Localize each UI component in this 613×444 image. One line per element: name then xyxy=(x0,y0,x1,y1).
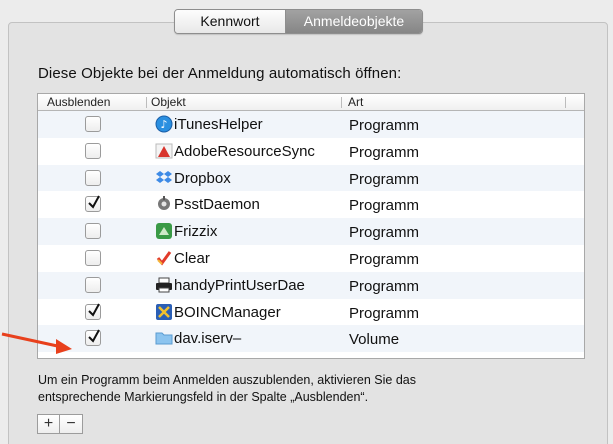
clear-icon xyxy=(155,249,173,267)
adobe-resource-sync-icon xyxy=(155,142,173,160)
login-items-table: Ausblenden Objekt Art ♪ iTunesHelper Progr… xyxy=(37,93,585,359)
hide-checkbox[interactable] xyxy=(85,329,101,347)
hide-checkbox[interactable] xyxy=(85,169,101,186)
hide-checkbox[interactable] xyxy=(85,249,101,266)
object-name: BOINCManager xyxy=(174,303,281,321)
hide-checkbox[interactable] xyxy=(85,223,101,240)
folder-icon xyxy=(155,329,173,347)
object-name: PsstDaemon xyxy=(174,196,260,214)
object-type: Programm xyxy=(349,197,420,215)
object-type: Programm xyxy=(349,170,420,188)
table-row[interactable]: AdobeResourceSync Programm xyxy=(38,137,584,165)
table-row[interactable]: Frizzix Programm xyxy=(38,218,584,245)
svg-text:♪: ♪ xyxy=(161,118,168,131)
column-divider xyxy=(565,97,566,108)
hint-text: Um ein Programm beim Anmelden auszublend… xyxy=(38,372,558,406)
object-name: dav.iserv– xyxy=(174,330,242,348)
table-row[interactable]: BOINCManager Programm xyxy=(38,298,584,326)
object-type: Programm xyxy=(349,117,420,134)
add-button[interactable]: + xyxy=(38,415,60,433)
table-header: Ausblenden Objekt Art xyxy=(38,94,584,111)
dropbox-icon xyxy=(155,169,173,187)
column-header-objekt[interactable]: Objekt xyxy=(151,95,186,110)
object-type: Volume xyxy=(349,331,400,349)
frizzix-icon xyxy=(155,222,173,240)
hide-checkbox[interactable] xyxy=(85,195,101,213)
object-name: Dropbox xyxy=(174,169,231,187)
remove-button[interactable]: − xyxy=(60,415,82,433)
table-row[interactable]: Dropbox Programm xyxy=(38,164,584,192)
psst-daemon-icon xyxy=(155,195,173,213)
object-name: Clear xyxy=(174,249,210,267)
column-header-ausblenden[interactable]: Ausblenden xyxy=(47,95,110,110)
section-heading: Diese Objekte bei der Anmeldung automati… xyxy=(38,65,402,82)
column-header-art[interactable]: Art xyxy=(348,95,363,110)
object-type: Programm xyxy=(349,304,420,322)
add-remove-control: + − xyxy=(37,414,83,434)
hide-checkbox[interactable] xyxy=(85,142,101,159)
object-type: Programm xyxy=(349,250,420,268)
object-name: handyPrintUserDae xyxy=(174,276,305,294)
tab-kennwort[interactable]: Kennwort xyxy=(175,10,286,33)
object-name: iTunesHelper xyxy=(174,116,263,133)
object-type: Programm xyxy=(349,224,420,242)
table-body: ♪ iTunesHelper Programm AdobeResourceSync Pr… xyxy=(38,111,584,353)
hide-checkbox[interactable] xyxy=(85,303,101,320)
object-name: Frizzix xyxy=(174,223,218,241)
hide-checkbox[interactable] xyxy=(85,116,101,132)
table-row[interactable]: PsstDaemon Programm xyxy=(38,191,584,219)
tab-anmeldeobjekte[interactable]: Anmeldeobjekte xyxy=(286,10,422,33)
printer-icon xyxy=(155,276,173,294)
tab-bar: Kennwort Anmeldeobjekte xyxy=(174,9,423,34)
hint-line-1: Um ein Programm beim Anmelden auszublend… xyxy=(38,373,416,387)
object-name: AdobeResourceSync xyxy=(174,142,315,160)
hide-checkbox[interactable] xyxy=(85,276,101,293)
table-row[interactable]: handyPrintUserDae Programm xyxy=(38,271,584,299)
column-divider xyxy=(146,97,147,108)
column-divider xyxy=(341,97,342,108)
table-row[interactable]: Clear Programm xyxy=(38,244,584,272)
object-type: Programm xyxy=(349,277,420,295)
red-arrow-annotation xyxy=(1,332,72,354)
hint-line-2: entsprechende Markierungsfeld in der Spa… xyxy=(38,390,369,404)
boinc-manager-icon xyxy=(155,303,173,321)
table-row[interactable]: dav.iserv– Volume xyxy=(38,325,584,353)
object-type: Programm xyxy=(349,143,420,161)
itunes-helper-icon: ♪ xyxy=(155,115,173,133)
table-row[interactable]: ♪ iTunesHelper Programm xyxy=(38,111,584,138)
